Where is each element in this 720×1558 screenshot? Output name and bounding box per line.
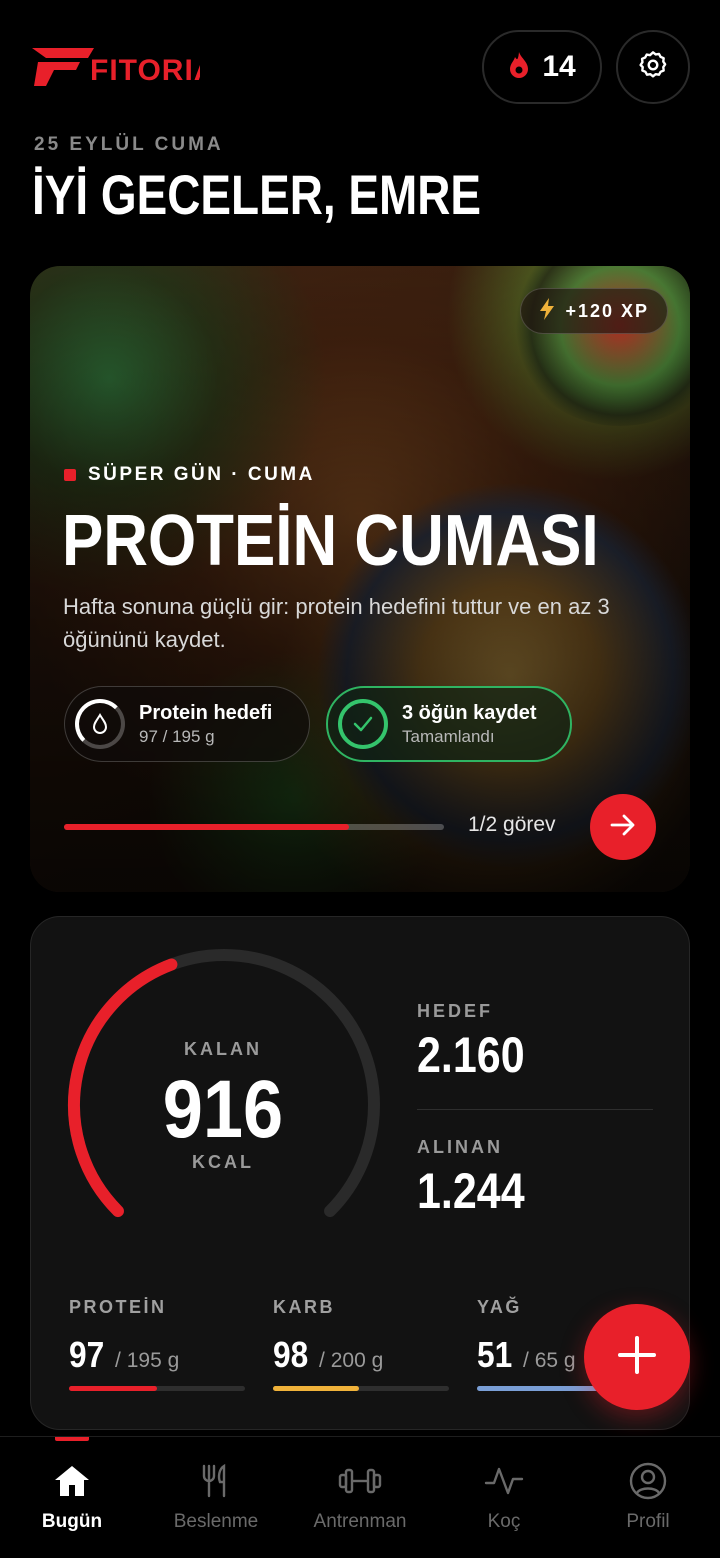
svg-text:FITORIA: FITORIA: [90, 54, 200, 87]
challenge-progress-bar: [64, 824, 444, 830]
add-entry-button[interactable]: [584, 1304, 690, 1410]
task-protein-goal[interactable]: Protein hedefi 97 / 195 g: [64, 686, 310, 762]
challenge-progress-fill: [64, 824, 349, 830]
challenge-title: PROTEİN CUMASI: [62, 501, 599, 581]
badge-dot: [64, 469, 76, 481]
home-icon: [50, 1461, 94, 1501]
streak-button[interactable]: 14: [482, 30, 602, 104]
macro-label: PROTEİN: [69, 1297, 167, 1317]
progress-ring-icon: [75, 699, 125, 749]
greeting-title: İYİ GECELER, EMRE: [32, 163, 482, 226]
nav-label: Antrenman: [313, 1511, 407, 1532]
nav-item-profile[interactable]: Profil: [576, 1437, 720, 1558]
remaining-label: KALAN: [184, 1039, 262, 1059]
nav-item-coach[interactable]: Koç: [432, 1437, 576, 1558]
super-day-badge: SÜPER GÜN · CUMA: [64, 464, 315, 486]
challenge-progress-label: 1/2 görev: [468, 813, 556, 836]
streak-count: 14: [542, 50, 576, 83]
task-title: Protein hedefi: [139, 701, 273, 724]
macro-label: KARB: [273, 1297, 335, 1317]
fitoria-logo: FITORIA: [32, 44, 215, 90]
date-label: 25 EYLÜL CUMA: [34, 134, 224, 155]
consumed-stat: ALINAN 1.244: [417, 1137, 542, 1220]
calorie-ring-center: KALAN 916 KCAL: [129, 1039, 317, 1173]
target-value: 2.160: [417, 1027, 525, 1083]
open-challenge-button[interactable]: [590, 794, 656, 860]
remaining-value: 916: [162, 1064, 284, 1155]
macro-value: 98: [273, 1334, 309, 1375]
macro-protein: PROTEİN 97 / 195 g: [69, 1297, 245, 1391]
consumed-value: 1.244: [417, 1163, 525, 1219]
active-indicator: [55, 1437, 89, 1441]
stat-divider: [417, 1109, 653, 1110]
challenge-description: Hafta sonuna güçlü gir: protein hedefini…: [63, 594, 610, 652]
nav-item-nutrition[interactable]: Beslenme: [144, 1437, 288, 1558]
macro-value: 51: [477, 1334, 513, 1375]
macro-target: / 65 g: [523, 1349, 576, 1372]
task-subtitle: Tamamlandı: [402, 726, 495, 746]
task-title: 3 öğün kaydet: [402, 701, 537, 724]
consumed-label: ALINAN: [417, 1137, 503, 1157]
macro-target: / 200 g: [319, 1349, 384, 1372]
fork-knife-icon: [194, 1461, 238, 1501]
target-stat: HEDEF 2.160: [417, 1001, 542, 1084]
settings-button[interactable]: [616, 30, 690, 104]
daily-challenge-card[interactable]: +120 XP SÜPER GÜN · CUMA PROTEİN CUMASI …: [30, 266, 690, 892]
dumbbell-icon: [338, 1461, 382, 1501]
macro-bar-fill: [69, 1386, 157, 1391]
nav-label: Beslenme: [173, 1511, 259, 1532]
bottom-navigation: Bugün Beslenme Antrenman Koç Profil: [0, 1436, 720, 1558]
lightning-icon: [539, 297, 555, 325]
activity-icon: [482, 1461, 526, 1501]
macro-target: / 195 g: [115, 1349, 180, 1372]
task-log-meals[interactable]: 3 öğün kaydet Tamamlandı: [326, 686, 572, 762]
gear-icon: [637, 49, 669, 86]
target-label: HEDEF: [417, 1001, 494, 1021]
check-icon: [338, 699, 388, 749]
task-subtitle: 97 / 195 g: [139, 726, 215, 746]
macro-bar: [273, 1386, 449, 1391]
calorie-unit: KCAL: [192, 1152, 254, 1172]
macro-bar: [69, 1386, 245, 1391]
xp-value: +120 XP: [565, 300, 649, 321]
nav-label: Bugün: [41, 1511, 103, 1532]
badge-text: SÜPER GÜN · CUMA: [88, 464, 315, 485]
nav-label: Profil: [626, 1511, 670, 1532]
user-icon: [626, 1461, 670, 1501]
nav-item-training[interactable]: Antrenman: [288, 1437, 432, 1558]
macro-value: 97: [69, 1334, 105, 1375]
macro-bar-fill: [273, 1386, 360, 1391]
arrow-right-icon: [610, 814, 636, 841]
flame-icon: [508, 51, 530, 84]
nav-item-today[interactable]: Bugün: [0, 1437, 144, 1558]
macro-carbs: KARB 98 / 200 g: [273, 1297, 449, 1391]
plus-icon: [617, 1335, 657, 1380]
nav-label: Koç: [487, 1511, 521, 1532]
xp-badge: +120 XP: [520, 288, 668, 334]
